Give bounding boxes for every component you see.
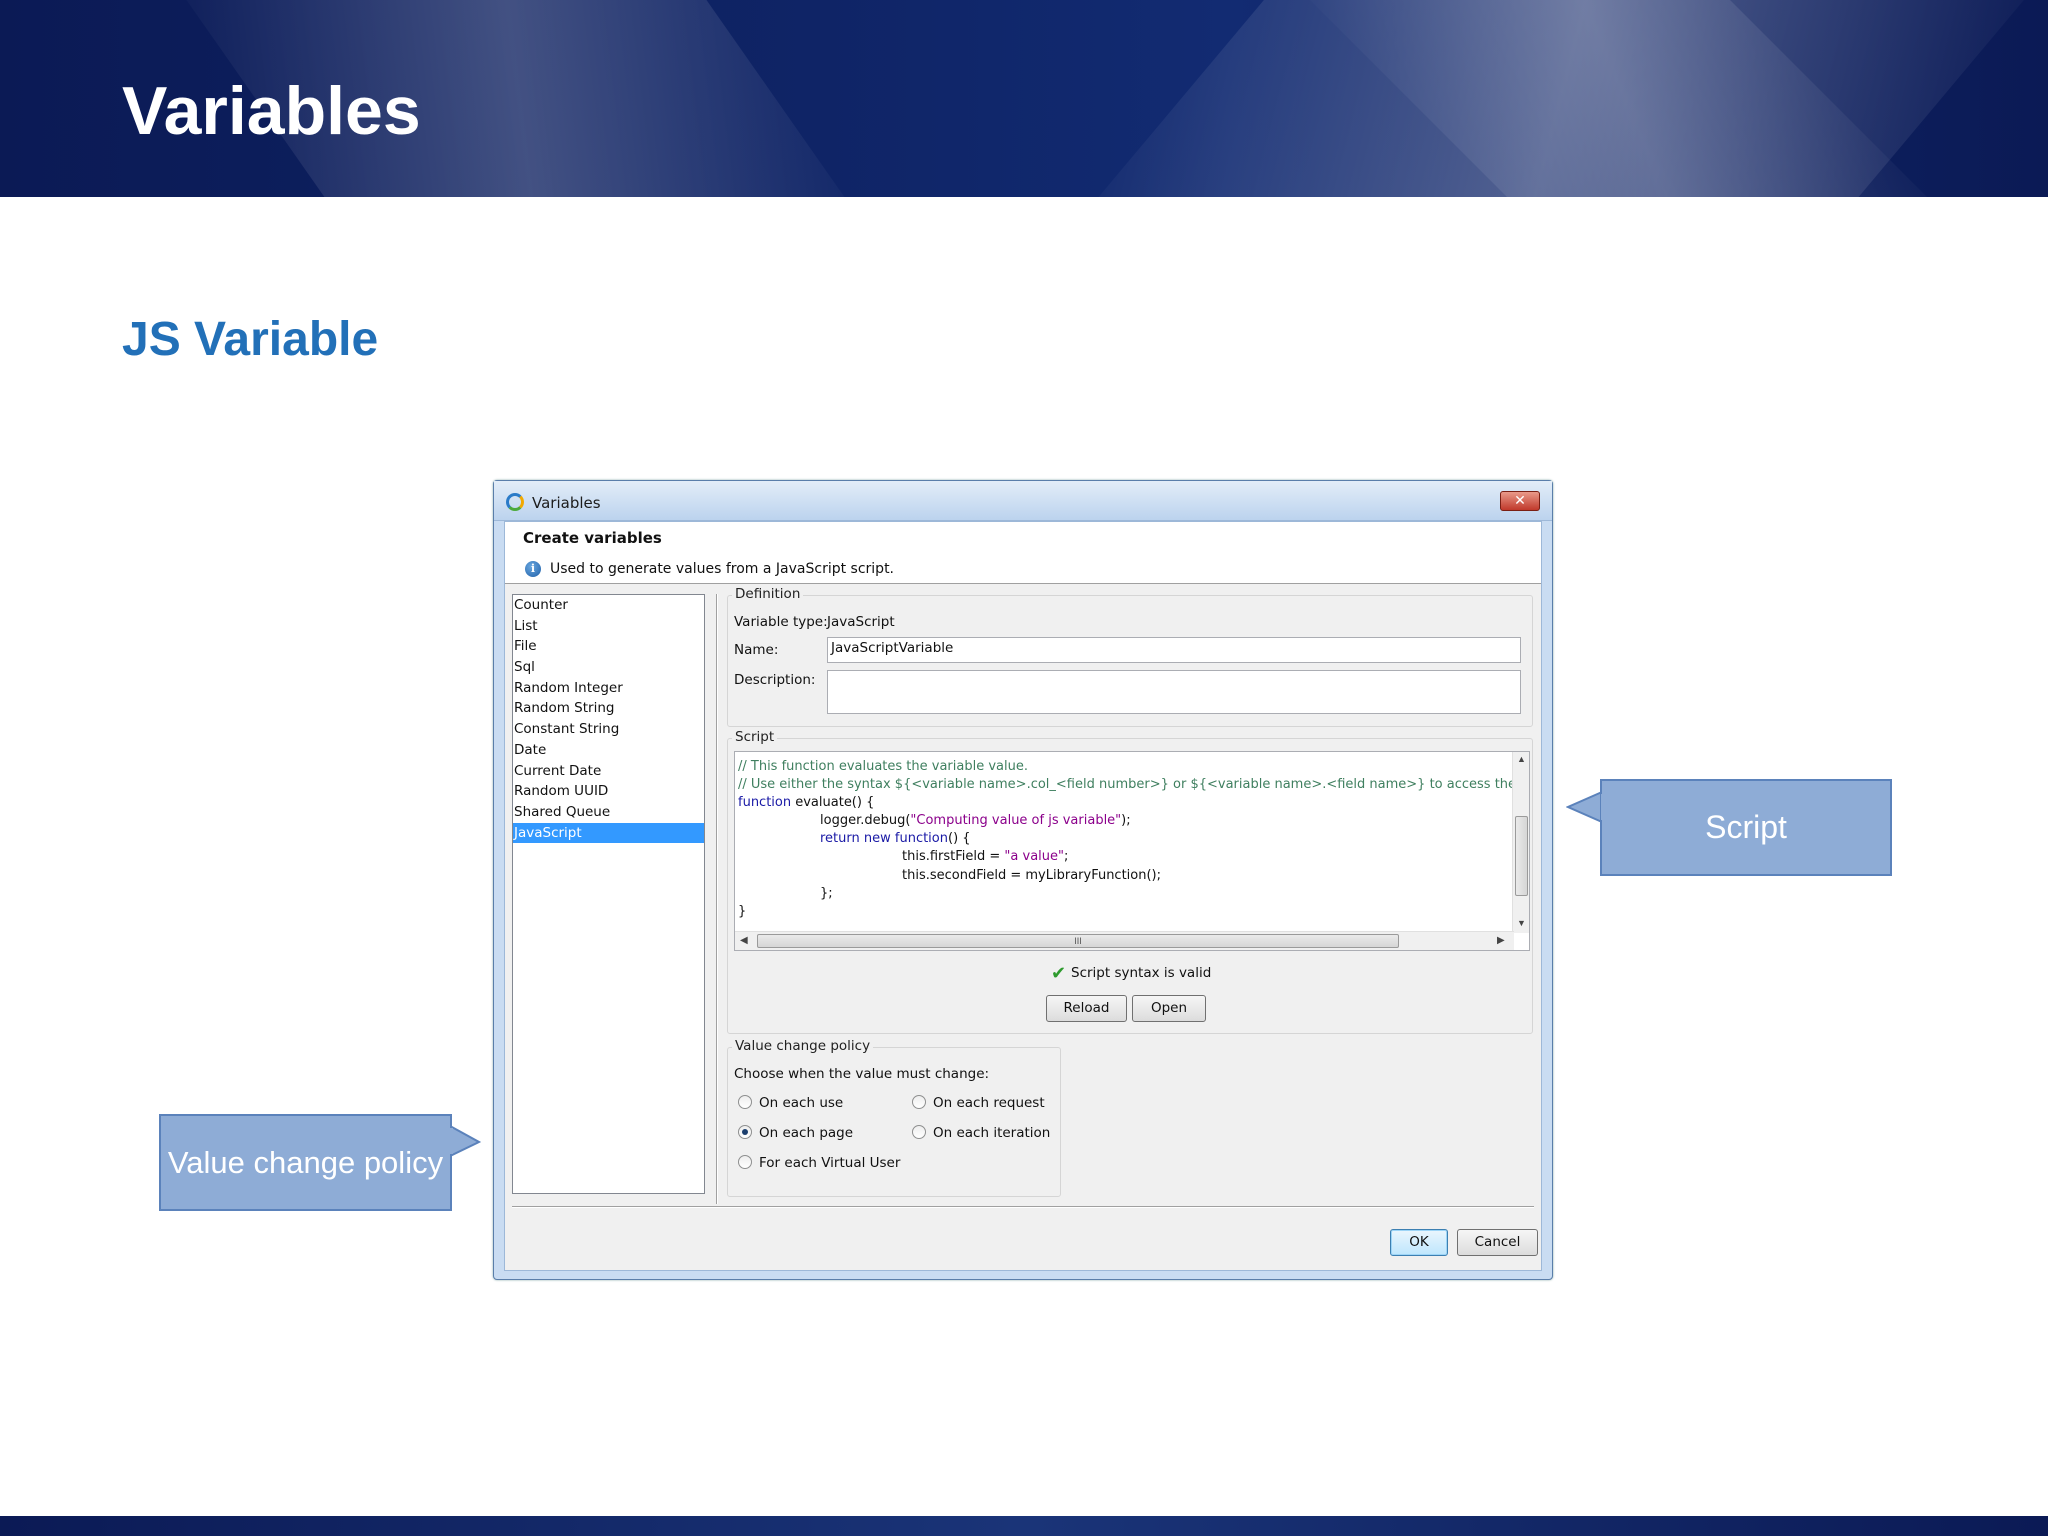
radio-label: On each iteration — [933, 1125, 1051, 1141]
radio-icon[interactable] — [912, 1095, 926, 1109]
slide-title: Variables — [122, 73, 421, 149]
variable-type-value: JavaScript — [827, 614, 895, 630]
code-line: this.secondField = myLibraryFunction(); — [902, 867, 1162, 883]
radio-on-each-iteration[interactable]: On each iteration — [912, 1125, 1050, 1141]
cancel-button[interactable]: Cancel — [1457, 1229, 1538, 1256]
code-line: // Use either the syntax ${<variable nam… — [738, 777, 1530, 793]
close-button[interactable]: ✕ — [1500, 491, 1540, 511]
header-banner: Variables — [0, 0, 2048, 197]
scroll-up-icon[interactable]: ▲ — [1517, 754, 1526, 764]
reload-button[interactable]: Reload — [1046, 995, 1127, 1022]
info-icon: i — [525, 561, 541, 577]
radio-icon[interactable] — [738, 1125, 752, 1139]
code-line: function evaluate() { — [738, 795, 875, 811]
scroll-right-icon[interactable]: ▶ — [1497, 935, 1505, 946]
dialog-header-title: Create variables — [523, 529, 662, 547]
variable-type-item[interactable]: Random String — [513, 698, 704, 719]
policy-group-label: Value change policy — [732, 1038, 874, 1054]
variable-type-list[interactable]: Counter List File Sql Random Integer Random S… — [512, 594, 705, 1194]
variable-type-item[interactable]: Random Integer — [513, 678, 704, 699]
horizontal-scroll-thumb[interactable]: III — [757, 934, 1399, 948]
policy-callout: Value change policy — [159, 1114, 452, 1211]
script-editor[interactable]: // This function evaluates the variable … — [734, 751, 1530, 951]
value-change-policy-group: Value change policy Choose when the valu… — [727, 1038, 1061, 1197]
radio-icon[interactable] — [912, 1125, 926, 1139]
variable-type-item[interactable]: File — [513, 636, 704, 657]
definition-group: Definition Variable type: JavaScript Nam… — [727, 586, 1533, 727]
dialog-header-description: Used to generate values from a JavaScrip… — [550, 561, 895, 577]
variable-type-item[interactable]: List — [513, 616, 704, 637]
definition-group-label: Definition — [732, 586, 804, 602]
scroll-left-icon[interactable]: ◀ — [740, 935, 748, 946]
variable-type-item[interactable]: Counter — [513, 595, 704, 616]
name-input[interactable]: JavaScriptVariable — [827, 637, 1521, 663]
name-label: Name: — [734, 642, 779, 658]
dialog-header: Create variables i Used to generate valu… — [505, 522, 1541, 584]
slide-subtitle: JS Variable — [122, 313, 379, 366]
script-callout: Script — [1600, 779, 1892, 876]
vertical-scroll-thumb[interactable] — [1515, 816, 1528, 896]
code-line: logger.debug("Computing value of js vari… — [820, 813, 1131, 829]
description-input[interactable] — [827, 670, 1521, 714]
variable-type-item[interactable]: Current Date — [513, 761, 704, 782]
variable-type-item[interactable]: JavaScript — [513, 822, 704, 844]
description-label: Description: — [734, 672, 816, 688]
scroll-down-icon[interactable]: ▼ — [1517, 918, 1526, 928]
radio-label: For each Virtual User — [759, 1155, 901, 1171]
radio-label: On each page — [759, 1125, 854, 1141]
script-callout-joint — [1601, 794, 1606, 820]
radio-label: On each use — [759, 1095, 844, 1111]
variable-type-label: Variable type: — [734, 614, 828, 630]
variable-type-item[interactable]: Shared Queue — [513, 802, 704, 823]
variable-type-item[interactable]: Constant String — [513, 719, 704, 740]
footer-bar — [0, 1516, 2048, 1536]
horizontal-scrollbar[interactable]: ◀ III ▶ — [735, 931, 1514, 950]
variables-dialog: Variables ✕ Create variables i Used to g… — [493, 480, 1553, 1280]
code-line: } — [738, 903, 747, 919]
script-group: Script // This function evaluates the va… — [727, 729, 1533, 1034]
window-title: Variables — [532, 494, 601, 512]
radio-icon[interactable] — [738, 1155, 752, 1169]
code-line: // This function evaluates the variable … — [738, 759, 1028, 774]
footer-divider — [512, 1206, 1534, 1208]
radio-icon[interactable] — [738, 1095, 752, 1109]
radio-on-each-use[interactable]: On each use — [738, 1095, 843, 1111]
code-line: this.firstField = "a value"; — [902, 849, 1069, 865]
code-line: }; — [820, 885, 833, 901]
app-logo-icon — [506, 493, 524, 511]
variable-type-item[interactable]: Date — [513, 740, 704, 761]
variable-type-item[interactable]: Random UUID — [513, 781, 704, 802]
policy-callout-joint — [448, 1128, 453, 1154]
checkmark-icon: ✔ — [1051, 963, 1067, 984]
script-validity-text: Script syntax is valid — [1071, 965, 1212, 981]
script-validity: ✔ Script syntax is valid — [1051, 963, 1211, 984]
open-button[interactable]: Open — [1132, 995, 1206, 1022]
vertical-divider — [716, 594, 718, 1204]
radio-label: On each request — [933, 1095, 1045, 1111]
radio-on-each-page[interactable]: On each page — [738, 1125, 853, 1141]
radio-for-each-virtual-user[interactable]: For each Virtual User — [738, 1155, 900, 1171]
vertical-scrollbar[interactable]: ▲ ▼ — [1512, 752, 1529, 933]
script-code[interactable]: // This function evaluates the variable … — [738, 758, 1530, 921]
variable-type-item[interactable]: Sql — [513, 657, 704, 678]
ok-button[interactable]: OK — [1390, 1229, 1448, 1256]
slide: Variables JS Variable Variables ✕ Create… — [0, 0, 2048, 1536]
radio-on-each-request[interactable]: On each request — [912, 1095, 1045, 1111]
title-bar[interactable]: Variables ✕ — [494, 481, 1552, 521]
dialog-client-area: Create variables i Used to generate valu… — [504, 521, 1542, 1271]
code-line: return new function() { — [820, 831, 971, 847]
policy-prompt: Choose when the value must change: — [734, 1066, 990, 1082]
script-group-label: Script — [732, 729, 778, 745]
